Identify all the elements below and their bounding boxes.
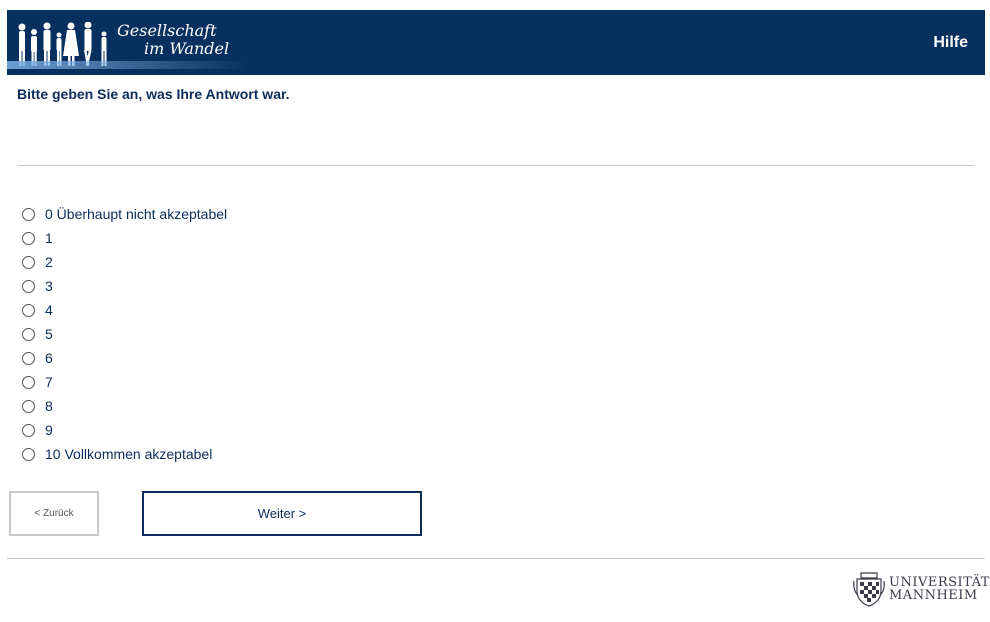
radio-button[interactable] bbox=[22, 351, 35, 365]
option-7[interactable]: 7 bbox=[22, 370, 227, 394]
option-label: 1 bbox=[45, 230, 53, 246]
logo-title-line2: im Wandel bbox=[144, 39, 230, 58]
radio-button[interactable] bbox=[22, 255, 35, 269]
radio-button[interactable] bbox=[22, 279, 35, 293]
option-6[interactable]: 6 bbox=[22, 346, 227, 370]
option-label: 0 Überhaupt nicht akzeptabel bbox=[45, 206, 228, 222]
radio-button[interactable] bbox=[22, 303, 35, 317]
radio-button[interactable] bbox=[22, 327, 35, 341]
option-label: 2 bbox=[45, 254, 53, 270]
option-label: 6 bbox=[45, 350, 53, 366]
option-1[interactable]: 1 bbox=[22, 226, 227, 250]
radio-button[interactable] bbox=[22, 399, 35, 413]
option-4[interactable]: 4 bbox=[22, 298, 227, 322]
radio-button[interactable] bbox=[22, 423, 35, 437]
question-text: Bitte geben Sie an, was Ihre Antwort war… bbox=[17, 86, 290, 102]
option-10[interactable]: 10 Vollkommen akzeptabel bbox=[22, 442, 227, 466]
option-8[interactable]: 8 bbox=[22, 394, 227, 418]
radio-button[interactable] bbox=[22, 447, 35, 461]
answer-options: 0 Überhaupt nicht akzeptabel 1 2 3 4 5 6… bbox=[22, 202, 227, 466]
option-label: 7 bbox=[45, 374, 53, 390]
option-3[interactable]: 3 bbox=[22, 274, 227, 298]
crest-icon bbox=[853, 572, 885, 607]
option-label: 5 bbox=[45, 326, 53, 342]
radio-button[interactable] bbox=[22, 375, 35, 389]
next-button[interactable]: Weiter > bbox=[142, 491, 422, 536]
option-0[interactable]: 0 Überhaupt nicht akzeptabel bbox=[22, 202, 227, 226]
option-label: 10 Vollkommen akzeptabel bbox=[45, 446, 213, 462]
logo-gradient-bar bbox=[7, 61, 247, 69]
radio-button[interactable] bbox=[22, 231, 35, 245]
project-logo: Gesellschaft im Wandel bbox=[7, 10, 257, 75]
option-label: 8 bbox=[45, 398, 53, 414]
radio-button[interactable] bbox=[22, 207, 35, 221]
footer-divider bbox=[7, 558, 985, 559]
divider bbox=[17, 165, 975, 166]
option-2[interactable]: 2 bbox=[22, 250, 227, 274]
option-label: 9 bbox=[45, 422, 53, 438]
option-label: 3 bbox=[45, 278, 53, 294]
help-link[interactable]: Hilfe bbox=[933, 34, 968, 52]
university-name-line2: MANNHEIM bbox=[889, 588, 978, 603]
option-9[interactable]: 9 bbox=[22, 418, 227, 442]
university-logo: UNIVERSITÄT MANNHEIM bbox=[853, 571, 990, 607]
logo-title-line1: Gesellschaft bbox=[117, 21, 217, 40]
back-button[interactable]: < Zurück bbox=[9, 491, 99, 536]
option-5[interactable]: 5 bbox=[22, 322, 227, 346]
option-label: 4 bbox=[45, 302, 53, 318]
header-bar: Gesellschaft im Wandel Hilfe bbox=[7, 10, 985, 75]
